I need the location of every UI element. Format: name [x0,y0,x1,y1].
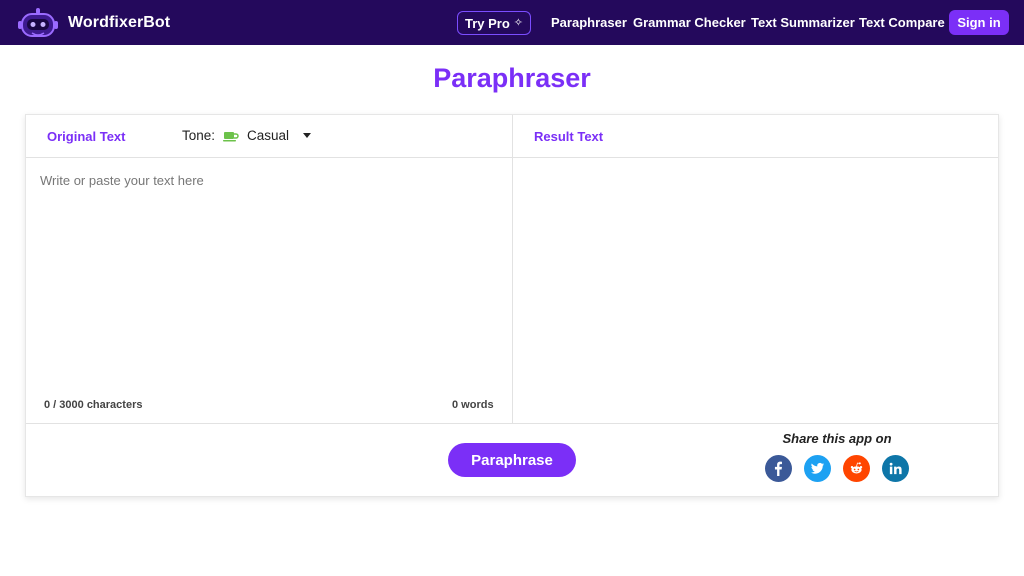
brand[interactable]: WordfixerBot [16,5,170,41]
nav-link-grammar-checker[interactable]: Grammar Checker [633,15,746,30]
word-count: 0 words [452,399,494,411]
nav-link-text-compare[interactable]: Text Compare [859,15,945,30]
reddit-icon [850,462,863,474]
share-label: Share this app on [782,431,892,446]
header-divider [26,157,998,158]
page-title: Paraphraser [433,63,591,93]
paraphrase-button[interactable]: Paraphrase [448,443,576,477]
nav-link-paraphraser[interactable]: Paraphraser [551,15,627,30]
coffee-cup-icon [223,131,239,141]
nav-link-text-summarizer[interactable]: Text Summarizer [751,15,855,30]
reddit-share-button[interactable] [843,455,870,482]
facebook-icon [774,461,782,476]
facebook-share-button[interactable] [765,455,792,482]
sparkle-icon: ✧ [513,16,523,29]
tab-result-text: Result Text [534,129,604,144]
caret-down-icon[interactable] [303,133,312,138]
try-pro-label: Try Pro [464,15,510,31]
brand-name: WordfixerBot [68,14,171,31]
twitter-icon [810,462,825,474]
character-count: 0 / 3000 characters [44,399,143,411]
try-pro-button[interactable]: Try Pro ✧ [457,11,531,35]
column-divider [512,115,513,423]
paraphraser-card: Original Text Tone: Casual Result Text 0… [25,114,999,497]
twitter-share-button[interactable] [804,455,831,482]
tone-label: Tone: [182,128,216,143]
robot-logo-icon [18,8,58,37]
tone-value[interactable]: Casual [247,128,289,143]
tab-original-text[interactable]: Original Text [47,129,126,144]
tone-selector[interactable]: Tone: Casual [182,128,312,143]
linkedin-icon [889,462,902,475]
original-text-input[interactable] [40,173,500,393]
footer-divider [26,423,998,424]
linkedin-share-button[interactable] [882,455,909,482]
top-nav: WordfixerBot Try Pro ✧ Paraphraser Gramm… [0,0,1024,45]
sign-in-button[interactable]: Sign in [949,10,1009,35]
